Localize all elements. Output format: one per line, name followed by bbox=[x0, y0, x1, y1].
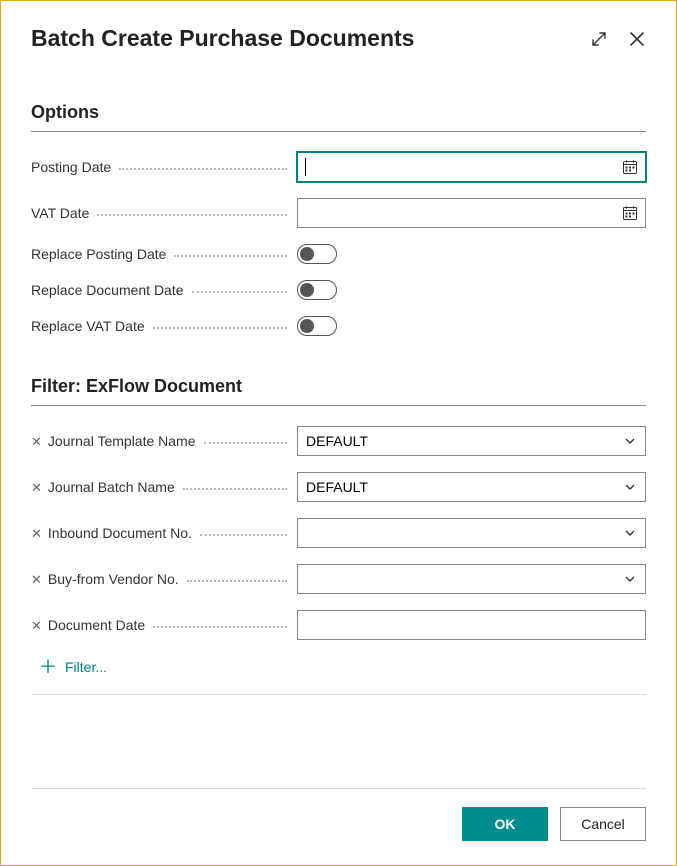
section-title-options: Options bbox=[31, 102, 646, 123]
journal-template-name-dropdown[interactable]: DEFAULT bbox=[297, 426, 646, 456]
remove-filter-icon[interactable]: ✕ bbox=[31, 573, 42, 586]
vat-date-input[interactable] bbox=[297, 198, 646, 228]
posting-date-input[interactable] bbox=[297, 152, 646, 182]
buy-from-vendor-no-dropdown[interactable] bbox=[297, 564, 646, 594]
dotted-leader bbox=[187, 580, 287, 582]
replace-vat-date-toggle[interactable] bbox=[297, 316, 337, 336]
dialog-header: Batch Create Purchase Documents bbox=[1, 1, 676, 72]
dotted-leader bbox=[204, 442, 287, 444]
dotted-leader bbox=[119, 168, 287, 170]
dotted-leader bbox=[174, 255, 287, 257]
replace-vat-date-label: Replace VAT Date bbox=[31, 318, 149, 334]
calendar-icon[interactable] bbox=[615, 153, 645, 181]
document-date-label: Document Date bbox=[48, 617, 149, 633]
row-inbound-document-no: ✕ Inbound Document No. bbox=[31, 518, 646, 548]
buy-from-vendor-no-label: Buy-from Vendor No. bbox=[48, 571, 183, 587]
dotted-leader bbox=[97, 214, 287, 216]
replace-document-date-label: Replace Document Date bbox=[31, 282, 188, 298]
dotted-leader bbox=[153, 327, 287, 329]
dotted-leader bbox=[153, 626, 287, 628]
journal-batch-name-dropdown[interactable]: DEFAULT bbox=[297, 472, 646, 502]
plus-icon: ＋ bbox=[39, 658, 57, 676]
text-caret bbox=[305, 158, 306, 176]
replace-document-date-toggle[interactable] bbox=[297, 280, 337, 300]
journal-batch-name-label: Journal Batch Name bbox=[48, 479, 179, 495]
dialog-footer: OK Cancel bbox=[1, 789, 676, 865]
dialog-body: Options Posting Date bbox=[1, 72, 676, 788]
ok-button[interactable]: OK bbox=[462, 807, 548, 841]
dialog-title: Batch Create Purchase Documents bbox=[31, 25, 414, 52]
journal-batch-name-value: DEFAULT bbox=[306, 479, 368, 495]
document-date-input[interactable] bbox=[297, 610, 646, 640]
chevron-down-icon bbox=[623, 526, 637, 540]
row-journal-template-name: ✕ Journal Template Name DEFAULT bbox=[31, 426, 646, 456]
replace-posting-date-toggle[interactable] bbox=[297, 244, 337, 264]
vat-date-label: VAT Date bbox=[31, 205, 93, 221]
dotted-leader bbox=[183, 488, 287, 490]
journal-template-name-value: DEFAULT bbox=[306, 433, 368, 449]
cancel-button[interactable]: Cancel bbox=[560, 807, 646, 841]
close-icon[interactable] bbox=[628, 30, 646, 48]
remove-filter-icon[interactable]: ✕ bbox=[31, 435, 42, 448]
row-journal-batch-name: ✕ Journal Batch Name DEFAULT bbox=[31, 472, 646, 502]
section-rule bbox=[31, 405, 646, 406]
row-replace-posting-date: Replace Posting Date bbox=[31, 244, 646, 264]
header-actions bbox=[590, 30, 646, 48]
replace-posting-date-label: Replace Posting Date bbox=[31, 246, 170, 262]
row-replace-vat-date: Replace VAT Date bbox=[31, 316, 646, 336]
dotted-leader bbox=[192, 291, 287, 293]
inbound-document-no-label: Inbound Document No. bbox=[48, 525, 196, 541]
chevron-down-icon bbox=[623, 480, 637, 494]
dialog: Batch Create Purchase Documents Options … bbox=[0, 0, 677, 866]
calendar-icon[interactable] bbox=[615, 199, 645, 227]
remove-filter-icon[interactable]: ✕ bbox=[31, 619, 42, 632]
light-rule bbox=[31, 694, 646, 695]
row-posting-date: Posting Date bbox=[31, 152, 646, 182]
journal-template-name-label: Journal Template Name bbox=[48, 433, 200, 449]
chevron-down-icon bbox=[623, 434, 637, 448]
inbound-document-no-dropdown[interactable] bbox=[297, 518, 646, 548]
posting-date-label: Posting Date bbox=[31, 159, 115, 175]
expand-icon[interactable] bbox=[590, 30, 608, 48]
remove-filter-icon[interactable]: ✕ bbox=[31, 481, 42, 494]
remove-filter-icon[interactable]: ✕ bbox=[31, 527, 42, 540]
row-document-date: ✕ Document Date bbox=[31, 610, 646, 640]
dotted-leader bbox=[200, 534, 287, 536]
section-rule bbox=[31, 131, 646, 132]
row-replace-document-date: Replace Document Date bbox=[31, 280, 646, 300]
add-filter-button[interactable]: ＋ Filter... bbox=[31, 658, 646, 676]
add-filter-label: Filter... bbox=[65, 659, 107, 675]
section-title-filter: Filter: ExFlow Document bbox=[31, 376, 646, 397]
chevron-down-icon bbox=[623, 572, 637, 586]
row-vat-date: VAT Date bbox=[31, 198, 646, 228]
row-buy-from-vendor-no: ✕ Buy-from Vendor No. bbox=[31, 564, 646, 594]
